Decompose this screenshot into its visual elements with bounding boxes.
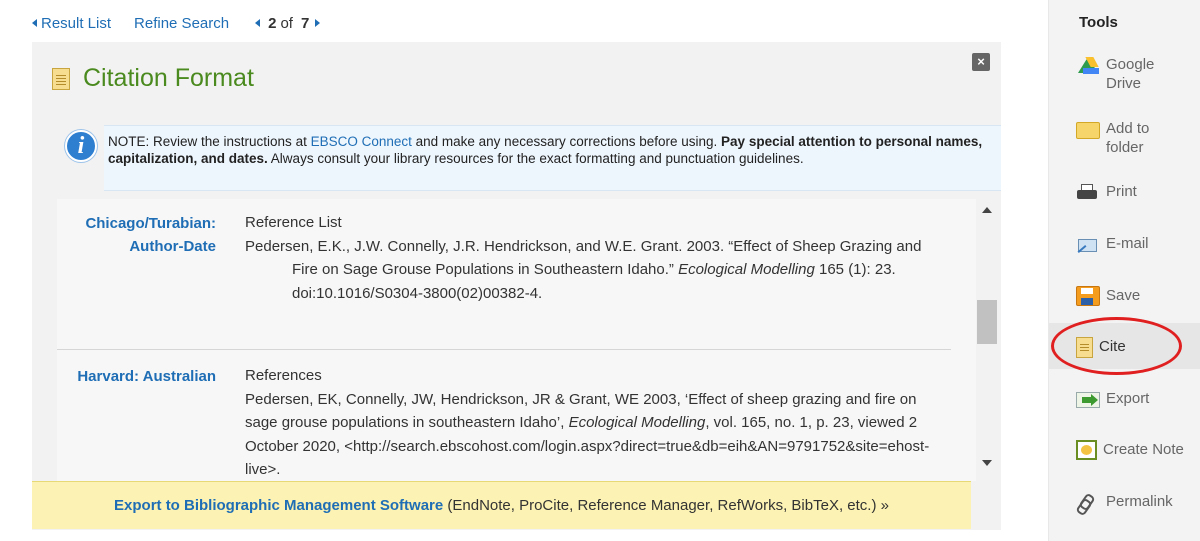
tool-google-drive[interactable]: Google Drive (1049, 55, 1200, 93)
tool-label: Google Drive (1106, 56, 1155, 92)
info-icon: i (65, 130, 97, 162)
tool-label: E-mail (1106, 235, 1149, 252)
panel-title: Citation Format (83, 64, 254, 92)
folder-icon (1076, 122, 1100, 139)
citation-panel: × Citation Format NOTE: Review the instr… (32, 42, 1001, 530)
citation-journal: Ecological Modelling (678, 261, 815, 278)
result-list-link[interactable]: Result List (32, 15, 111, 32)
tool-print[interactable]: Print (1049, 182, 1200, 204)
pager-of: of (280, 14, 293, 32)
citation-chicago: Chicago/Turabian: Author-Date Reference … (57, 199, 951, 350)
note-icon (1076, 440, 1097, 460)
scroll-down-icon[interactable] (982, 460, 992, 466)
cite-highlight-circle (1051, 317, 1182, 375)
record-pager: 2 of 7 (255, 14, 321, 32)
link-icon (1076, 492, 1100, 514)
result-list-label: Result List (41, 14, 112, 32)
tool-label: Add to folder (1106, 120, 1150, 156)
citation-style-label: Harvard: Australian (77, 365, 216, 388)
tool-label: Print (1106, 183, 1137, 200)
tool-permalink[interactable]: Permalink (1049, 492, 1200, 514)
note-middle: and make any necessary corrections befor… (411, 134, 722, 149)
tools-title: Tools (1079, 14, 1118, 31)
refine-search-link[interactable]: Refine Search (134, 15, 229, 32)
citation-heading: Reference List (245, 214, 342, 231)
close-button[interactable]: × (972, 53, 990, 71)
style-label-line1: Chicago/Turabian: (85, 215, 216, 232)
tool-label: Save (1106, 287, 1141, 304)
tool-create-note[interactable]: Create Note (1049, 440, 1200, 460)
top-navigation: Result List Refine Search 2 of 7 (32, 13, 321, 33)
note-text: NOTE: Review the instructions at EBSCO C… (108, 134, 988, 167)
export-bar: Export to Bibliographic Management Softw… (32, 481, 971, 529)
citation-list: Chicago/Turabian: Author-Date Reference … (57, 199, 980, 481)
ebsco-connect-link[interactable]: EBSCO Connect (311, 134, 412, 149)
scroll-up-icon[interactable] (982, 207, 992, 213)
printer-icon (1076, 182, 1100, 204)
style-label-line1: Harvard: Australian (77, 368, 216, 385)
tool-add-to-folder[interactable]: Add to folder (1049, 119, 1200, 157)
citation-body: References Pedersen, EK, Connelly, JW, H… (245, 364, 945, 481)
citation-body: Reference List Pedersen, E.K., J.W. Conn… (245, 211, 945, 305)
citation-text: Pedersen, EK, Connelly, JW, Hendrickson,… (245, 388, 945, 482)
citation-document-icon (52, 67, 70, 90)
export-bibliographic-link[interactable]: Export to Bibliographic Management Softw… (114, 497, 443, 514)
tool-label: Permalink (1106, 493, 1173, 510)
back-arrow-icon (32, 19, 37, 27)
tool-save[interactable]: Save (1049, 286, 1200, 306)
email-icon (1076, 234, 1100, 256)
tool-export[interactable]: Export (1049, 389, 1200, 408)
citation-scrollbar[interactable] (976, 199, 998, 481)
style-label-line2: Author-Date (129, 238, 216, 255)
note-prefix: NOTE: Review the instructions at (108, 134, 311, 149)
note-suffix: Always consult your library resources fo… (267, 150, 804, 166)
current-record: 2 (268, 14, 277, 32)
citation-heading: References (245, 367, 322, 384)
previous-record-icon[interactable] (255, 19, 261, 27)
next-record-icon[interactable] (315, 19, 321, 27)
tool-email[interactable]: E-mail (1049, 234, 1200, 256)
citation-journal: Ecological Modelling (568, 414, 706, 431)
tool-label: Export (1106, 390, 1150, 407)
export-icon (1076, 392, 1100, 408)
scroll-thumb[interactable] (977, 300, 997, 344)
panel-header: Citation Format (52, 64, 254, 93)
save-icon (1076, 286, 1100, 306)
citation-text: Pedersen, E.K., J.W. Connelly, J.R. Hend… (245, 235, 945, 306)
tools-sidebar: Tools Google Drive Add to folder Print E… (1048, 0, 1200, 541)
tool-label: Create Note (1103, 441, 1184, 458)
total-records: 7 (300, 14, 310, 32)
citation-style-label: Chicago/Turabian: Author-Date (85, 212, 216, 258)
export-bar-text: (EndNote, ProCite, Reference Manager, Re… (443, 497, 889, 514)
google-drive-icon (1076, 55, 1100, 77)
citation-harvard: Harvard: Australian References Pedersen,… (57, 351, 951, 481)
note-box: NOTE: Review the instructions at EBSCO C… (104, 125, 1001, 191)
